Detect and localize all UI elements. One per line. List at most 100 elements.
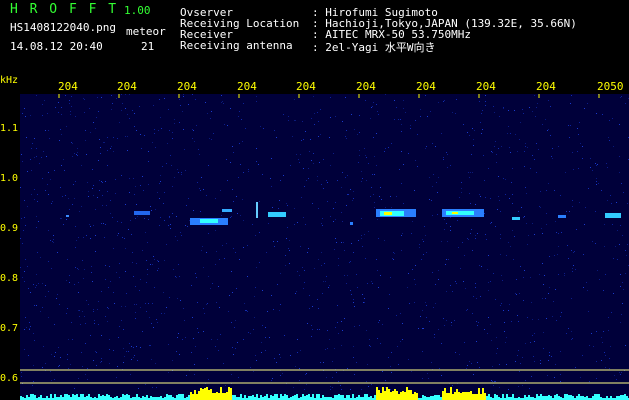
app-version: 1.00 bbox=[124, 4, 151, 17]
noise-speckle bbox=[415, 284, 416, 285]
noise-speckle bbox=[622, 282, 623, 283]
noise-speckle bbox=[215, 230, 216, 231]
signal-bar bbox=[536, 394, 538, 400]
noise-speckle bbox=[45, 130, 46, 131]
signal-bar bbox=[444, 388, 446, 400]
noise-speckle bbox=[482, 110, 483, 111]
noise-speckle bbox=[68, 339, 69, 340]
noise-speckle bbox=[479, 101, 480, 102]
noise-speckle bbox=[326, 377, 327, 378]
noise-speckle bbox=[444, 219, 445, 220]
noise-speckle bbox=[242, 199, 243, 200]
noise-speckle bbox=[110, 200, 111, 201]
noise-speckle bbox=[200, 190, 201, 191]
noise-speckle bbox=[361, 235, 362, 236]
noise-speckle bbox=[294, 99, 295, 100]
noise-speckle bbox=[335, 219, 336, 220]
noise-speckle bbox=[54, 356, 55, 357]
noise-speckle bbox=[564, 275, 565, 276]
noise-speckle bbox=[278, 208, 279, 209]
noise-speckle bbox=[556, 232, 557, 233]
noise-speckle bbox=[76, 154, 77, 155]
noise-speckle bbox=[545, 119, 546, 120]
noise-speckle bbox=[30, 326, 31, 327]
noise-speckle bbox=[417, 166, 418, 167]
noise-speckle bbox=[238, 177, 239, 178]
noise-speckle bbox=[146, 311, 147, 312]
noise-speckle bbox=[509, 304, 510, 305]
noise-speckle bbox=[578, 134, 579, 135]
y-tick-label: 0.6 bbox=[0, 373, 19, 384]
noise-speckle bbox=[247, 311, 248, 312]
noise-speckle bbox=[146, 260, 147, 261]
noise-speckle bbox=[510, 133, 511, 134]
noise-speckle bbox=[498, 148, 499, 149]
noise-speckle bbox=[108, 287, 109, 288]
noise-speckle bbox=[371, 107, 372, 108]
noise-speckle bbox=[45, 296, 46, 297]
signal-bar bbox=[178, 394, 180, 400]
noise-speckle bbox=[240, 215, 241, 216]
noise-speckle bbox=[47, 113, 48, 114]
x-tick-label: 204 bbox=[296, 80, 316, 93]
noise-speckle bbox=[121, 222, 122, 223]
noise-speckle bbox=[371, 281, 372, 282]
noise-speckle bbox=[115, 193, 116, 194]
noise-speckle bbox=[368, 231, 369, 232]
noise-speckle bbox=[204, 313, 205, 314]
noise-speckle bbox=[300, 246, 301, 247]
noise-speckle bbox=[524, 151, 525, 152]
noise-speckle bbox=[254, 317, 255, 318]
noise-speckle bbox=[157, 270, 158, 271]
noise-speckle bbox=[185, 337, 186, 338]
noise-speckle bbox=[592, 170, 593, 171]
noise-speckle bbox=[317, 299, 318, 300]
noise-speckle bbox=[425, 95, 426, 96]
noise-speckle bbox=[459, 197, 460, 198]
y-tick-label: 0.8 bbox=[0, 273, 19, 284]
noise-speckle bbox=[235, 348, 236, 349]
noise-speckle bbox=[90, 335, 91, 336]
noise-speckle bbox=[240, 164, 241, 165]
noise-speckle bbox=[58, 347, 59, 348]
noise-speckle bbox=[346, 138, 347, 139]
noise-speckle bbox=[154, 129, 155, 130]
noise-speckle bbox=[329, 285, 330, 286]
signal-bar bbox=[136, 394, 138, 400]
signal-bar bbox=[182, 394, 184, 400]
noise-speckle bbox=[236, 196, 237, 197]
noise-speckle bbox=[463, 124, 464, 125]
noise-speckle bbox=[287, 205, 288, 206]
noise-speckle bbox=[166, 244, 167, 245]
noise-speckle bbox=[538, 149, 539, 150]
noise-speckle bbox=[612, 224, 613, 225]
noise-speckle bbox=[206, 304, 207, 305]
noise-speckle bbox=[533, 356, 534, 357]
signal-bar bbox=[410, 390, 412, 400]
noise-speckle bbox=[181, 174, 182, 175]
noise-speckle bbox=[353, 252, 354, 253]
noise-speckle bbox=[550, 135, 551, 136]
noise-speckle bbox=[265, 337, 266, 338]
noise-speckle bbox=[271, 158, 272, 159]
noise-speckle bbox=[170, 155, 171, 156]
noise-speckle bbox=[125, 204, 126, 205]
noise-speckle bbox=[471, 363, 472, 364]
noise-speckle bbox=[568, 328, 569, 329]
noise-speckle bbox=[467, 238, 468, 239]
x-tick-label: 204 bbox=[476, 80, 496, 93]
noise-speckle bbox=[87, 182, 88, 183]
noise-speckle bbox=[23, 230, 24, 231]
noise-speckle bbox=[129, 343, 130, 344]
noise-speckle bbox=[619, 172, 620, 173]
noise-speckle bbox=[441, 133, 442, 134]
noise-speckle bbox=[347, 275, 348, 276]
noise-speckle bbox=[111, 109, 112, 110]
noise-speckle bbox=[329, 339, 330, 340]
noise-speckle bbox=[381, 199, 382, 200]
noise-speckle bbox=[21, 376, 22, 377]
noise-speckle bbox=[107, 321, 108, 322]
noise-speckle bbox=[153, 327, 154, 328]
noise-speckle bbox=[488, 290, 489, 291]
noise-speckle bbox=[419, 244, 420, 245]
